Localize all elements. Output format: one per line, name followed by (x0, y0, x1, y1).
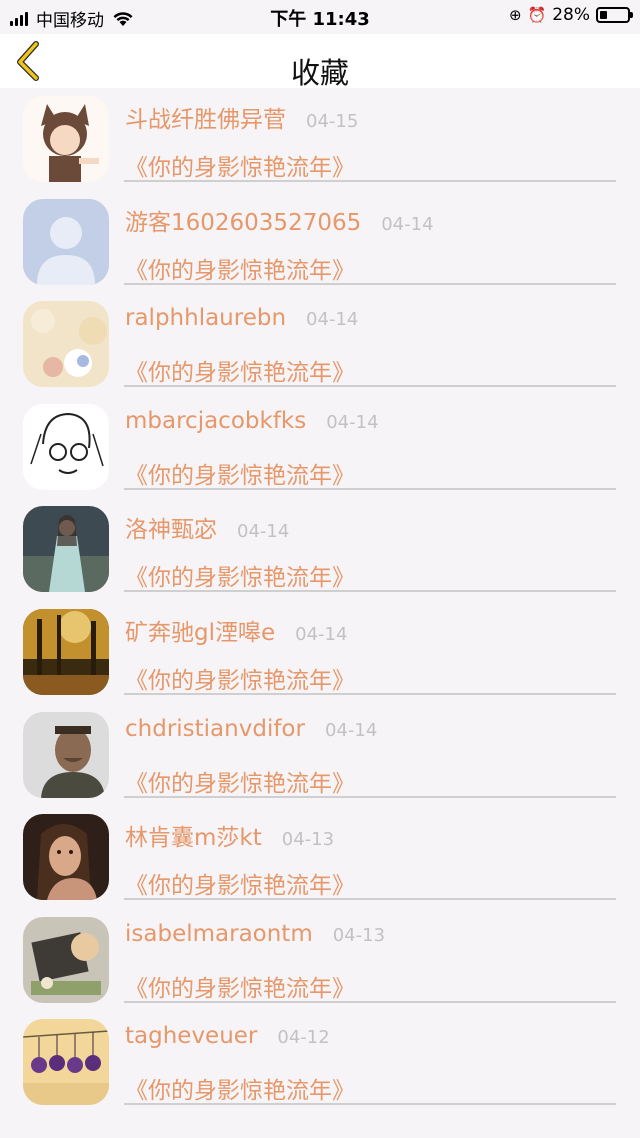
work-title: 《你的身影惊艳流年》 (125, 873, 355, 900)
date-label: 04-14 (324, 719, 378, 741)
divider (124, 180, 616, 182)
status-right: ⊕ ⏰ 28% (508, 5, 633, 25)
date-label: 04-14 (381, 213, 434, 235)
user-name: 游客1602603527065 04-14 (125, 209, 434, 236)
date-label: 04-13 (332, 924, 386, 946)
avatar (23, 916, 109, 1003)
user-name: chdristianvdifor 04-14 (125, 715, 378, 742)
work-title: 《你的身影惊艳流年》 (125, 360, 355, 387)
date-label: 04-12 (277, 1027, 330, 1049)
battery-percent: 28% (552, 5, 590, 25)
divider (124, 487, 616, 490)
list-item[interactable]: 洛神甄宓 04-14 《你的身影惊艳流年》 (0, 498, 640, 601)
work-title: 《你的身影惊艳流年》 (125, 770, 355, 797)
avatar (23, 711, 109, 798)
avatar (23, 814, 109, 901)
list-item[interactable]: mbarcjacobkfks 04-14 《你的身影惊艳流年》 (0, 396, 640, 499)
work-title: 《你的身影惊艳流年》 (125, 155, 355, 181)
work-title: 《你的身影惊艳流年》 (125, 1078, 355, 1105)
avatar (23, 506, 109, 593)
work-title: 《你的身影惊艳流年》 (125, 668, 355, 694)
user-name: 林肯囊m莎kt 04-13 (125, 825, 335, 852)
work-title: 《你的身影惊艳流年》 (125, 565, 355, 592)
user-name: ralphhlaurebn 04-14 (125, 305, 359, 332)
list-item[interactable]: tagheveuer 04-12 《你的身影惊艳流年》 (0, 1011, 640, 1114)
date-label: 04-13 (281, 829, 335, 851)
divider (124, 385, 616, 388)
list-item[interactable]: 游客1602603527065 04-14 《你的身影惊艳流年》 (0, 191, 640, 294)
avatar (23, 301, 109, 388)
battery-icon (596, 7, 633, 23)
list-item[interactable]: ralphhlaurebn 04-14 《你的身影惊艳流年》 (0, 293, 640, 396)
date-label: 04-14 (295, 624, 348, 645)
user-name: tagheveuer 04-12 (125, 1023, 330, 1050)
date-label: 04-14 (306, 309, 359, 331)
date-label: 04-15 (306, 111, 359, 132)
avatar (23, 403, 109, 490)
date-label: 04-14 (326, 411, 379, 433)
status-bar: 中国移动 下午 11:43 ⊕ ⏰ 28% (0, 0, 640, 34)
divider (124, 795, 616, 798)
user-name: 矿奔驰gl湮嗥e 04-14 (125, 620, 348, 646)
divider (124, 1000, 616, 1003)
list-item[interactable]: 林肯囊m莎kt 04-13 《你的身影惊艳流年》 (0, 806, 640, 909)
divider (124, 1103, 616, 1106)
user-name: 洛神甄宓 04-14 (125, 517, 290, 544)
work-title: 《你的身影惊艳流年》 (125, 257, 355, 284)
avatar (23, 1019, 109, 1106)
orientation-lock-icon: ⊕ (508, 6, 522, 24)
user-name: mbarcjacobkfks 04-14 (125, 407, 379, 434)
alarm-icon: ⏰ (527, 6, 547, 24)
avatar (23, 96, 109, 182)
work-title: 《你的身影惊艳流年》 (125, 975, 355, 1002)
list-item[interactable]: chdristianvdifor 04-14 《你的身影惊艳流年》 (0, 704, 640, 807)
navigation-bar: 收藏 (0, 34, 640, 90)
divider (124, 693, 616, 695)
divider (124, 898, 616, 901)
divider (124, 282, 616, 285)
user-name: 斗战纤胜佛异菅 04-15 (125, 107, 359, 133)
user-name: isabelmaraontm 04-13 (125, 920, 386, 947)
page-title: 收藏 (290, 56, 349, 90)
avatar (23, 198, 109, 285)
list-item[interactable]: isabelmaraontm 04-13 《你的身影惊艳流年》 (0, 909, 640, 1012)
list-item[interactable]: 矿奔驰gl湮嗥e 04-14 《你的身影惊艳流年》 (0, 601, 640, 704)
list-item[interactable]: 斗战纤胜佛异菅 04-15 《你的身影惊艳流年》 (0, 88, 640, 191)
date-label: 04-14 (237, 521, 290, 543)
avatar (23, 609, 109, 695)
work-title: 《你的身影惊艳流年》 (125, 462, 355, 489)
divider (124, 590, 616, 593)
